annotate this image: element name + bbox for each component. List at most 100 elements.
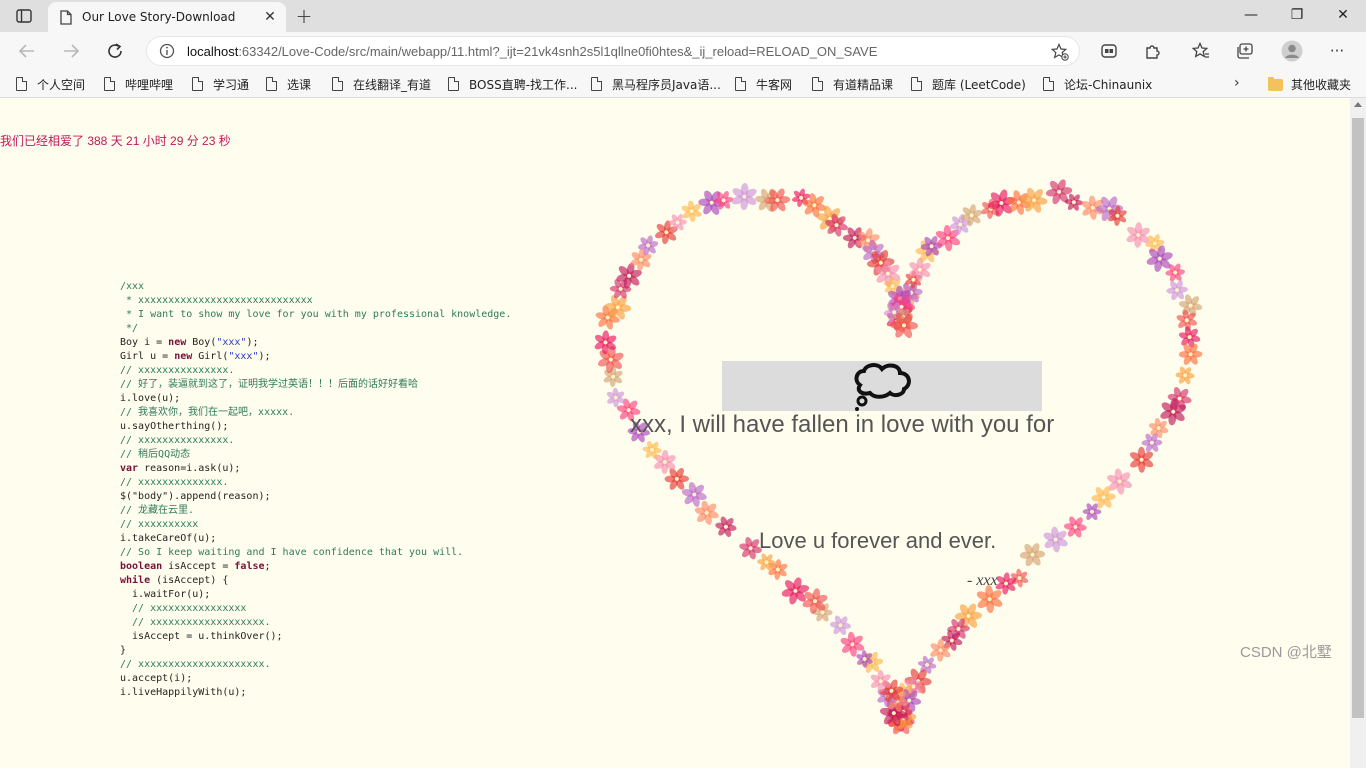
page-icon <box>591 77 602 91</box>
collections-icon <box>1101 44 1117 58</box>
favorite-item[interactable]: 在线翻译_有道 <box>332 76 431 92</box>
code-token: ); <box>246 337 259 348</box>
page-icon <box>332 77 343 91</box>
code-token: // xxxxxxxxxxxxxx. <box>120 477 229 488</box>
minimize-button[interactable]: — <box>1228 0 1274 30</box>
code-token: Girl u = <box>120 351 175 362</box>
code-line: } <box>120 644 511 658</box>
other-favorites-folder[interactable]: 其他收藏夹 <box>1268 76 1351 93</box>
window-close-button[interactable]: ✕ <box>1320 0 1366 30</box>
code-token: new <box>174 351 193 362</box>
heart-flower <box>1175 366 1195 385</box>
browser-toolbar: localhost:63342/Love-Code/src/main/webap… <box>0 32 1366 70</box>
settings-more-button[interactable]: ··· <box>1326 41 1348 61</box>
heart-flower <box>1043 526 1068 553</box>
back-button[interactable] <box>12 37 42 65</box>
favorite-item[interactable]: 有道精品课 <box>812 76 893 92</box>
refresh-button[interactable] <box>100 37 130 65</box>
favorite-item[interactable]: 个人空间 <box>16 76 85 92</box>
code-token: (isAccept) { <box>150 575 229 586</box>
scroll-up-arrow[interactable] <box>1354 102 1362 107</box>
code-line: * I want to show my love for you with my… <box>120 308 511 322</box>
signature: - xxx <box>967 572 998 589</box>
favorite-item[interactable]: 选课 <box>266 76 311 92</box>
favorite-label: 个人空间 <box>37 77 86 92</box>
address-bar[interactable]: localhost:63342/Love-Code/src/main/webap… <box>146 36 1080 66</box>
code-line: // 好了，装逼就到这了，证明我学过英语！！！后面的话好好看哈 <box>120 378 511 392</box>
tab-actions-button[interactable] <box>8 4 40 28</box>
favorite-item[interactable]: BOSS直聘-找工作... <box>448 76 577 92</box>
code-token: Girl( <box>192 351 229 362</box>
page-icon <box>911 77 922 91</box>
page-icon <box>60 9 72 25</box>
favorite-item[interactable]: 哔哩哔哩 <box>104 76 173 92</box>
extensions-icon <box>1146 45 1160 59</box>
favorite-label: 学习通 <box>213 77 250 92</box>
tab-our-love-story[interactable]: Our Love Story-Download ✕ <box>48 2 286 32</box>
code-token: boolean <box>120 561 163 572</box>
forward-arrow-icon <box>64 44 80 58</box>
url-path: :63342/Love-Code/src/main/webapp/11.html… <box>238 43 878 59</box>
favorite-label: 哔哩哔哩 <box>125 77 174 92</box>
code-line: i.takeCareOf(u); <box>120 532 511 546</box>
code-token: // 好了，装逼就到这了，证明我学过英语！！！后面的话好好看哈 <box>120 379 419 390</box>
favorite-item[interactable]: 学习通 <box>192 76 249 92</box>
code-token: // xxxxxxxxxxxxxxxxxxxxx. <box>120 659 271 670</box>
code-token: var <box>120 463 139 474</box>
page-icon <box>192 77 203 91</box>
new-tab-button[interactable]: + <box>292 4 316 28</box>
code-token: u.accept(i); <box>120 673 193 684</box>
code-token: // 龙藏在云里. <box>120 505 195 516</box>
heart-flower <box>1129 446 1154 473</box>
code-line: i.liveHappilyWith(u); <box>120 686 511 700</box>
favorite-label: 有道精品课 <box>833 77 894 92</box>
add-favorite-icon[interactable] <box>1051 43 1069 61</box>
forward-button[interactable] <box>56 37 86 65</box>
site-info-icon[interactable] <box>159 43 175 59</box>
code-line: Boy i = new Boy("xxx"); <box>120 336 511 350</box>
thought-cloud-box <box>722 361 1042 411</box>
url-text: localhost:63342/Love-Code/src/main/webap… <box>187 44 877 59</box>
code-line: // 稍后QQ动态 <box>120 448 511 462</box>
collections-button[interactable] <box>1098 41 1120 61</box>
tab-title: Our Love Story-Download <box>82 10 236 24</box>
other-favorites-label: 其他收藏夹 <box>1291 78 1352 92</box>
scroll-thumb[interactable] <box>1352 118 1364 718</box>
code-line: while (isAccept) { <box>120 574 511 588</box>
code-token: Boy( <box>186 337 217 348</box>
favorite-item[interactable]: 论坛-Chinaunix <box>1043 76 1152 92</box>
love-duration-counter: 我们已经相爱了 388 天 21 小时 29 分 23 秒 <box>0 134 231 148</box>
code-token: ; <box>264 561 271 572</box>
page-icon <box>448 77 459 91</box>
favorite-label: 选课 <box>287 77 312 92</box>
heart-flower <box>1064 193 1084 211</box>
code-line: // xxxxxxxxxxxxxxx. <box>120 434 511 448</box>
code-line: // 我喜欢你，我们在一起吧，xxxxx. <box>120 406 511 420</box>
code-line: i.love(u); <box>120 392 511 406</box>
profile-button[interactable] <box>1281 40 1303 62</box>
code-line: i.waitFor(u); <box>120 588 511 602</box>
favorites-star-icon <box>1192 42 1209 58</box>
favorites-overflow-icon[interactable]: › <box>1234 75 1240 91</box>
page-icon <box>16 77 27 91</box>
favorites-button[interactable] <box>1190 41 1212 61</box>
code-line: var reason=i.ask(u); <box>120 462 511 476</box>
code-line: isAccept = u.thinkOver(); <box>120 630 511 644</box>
page-icon <box>1043 77 1054 91</box>
code-token: isAccept = <box>162 561 235 572</box>
page-icon <box>266 77 277 91</box>
tab-collections-button[interactable] <box>1234 41 1256 61</box>
code-token: "xxx" <box>228 351 259 362</box>
code-token: i.liveHappilyWith(u); <box>120 687 247 698</box>
restore-button[interactable]: ❐ <box>1274 0 1320 30</box>
favorite-item[interactable]: 牛客网 <box>735 76 792 92</box>
page-scrollbar[interactable] <box>1350 98 1366 768</box>
extensions-button[interactable] <box>1142 41 1164 61</box>
code-block: /xxx * xxxxxxxxxxxxxxxxxxxxxxxxxxxxx * I… <box>120 280 511 700</box>
favorite-item[interactable]: 黑马程序员Java语... <box>591 76 721 92</box>
favorite-label: 论坛-Chinaunix <box>1064 77 1153 92</box>
favorite-item[interactable]: 题库 (LeetCode) <box>911 76 1026 92</box>
code-token: * I want to show my love for you with my… <box>120 309 512 320</box>
thought-cloud-icon <box>854 363 911 411</box>
close-tab-icon[interactable]: ✕ <box>262 9 278 25</box>
